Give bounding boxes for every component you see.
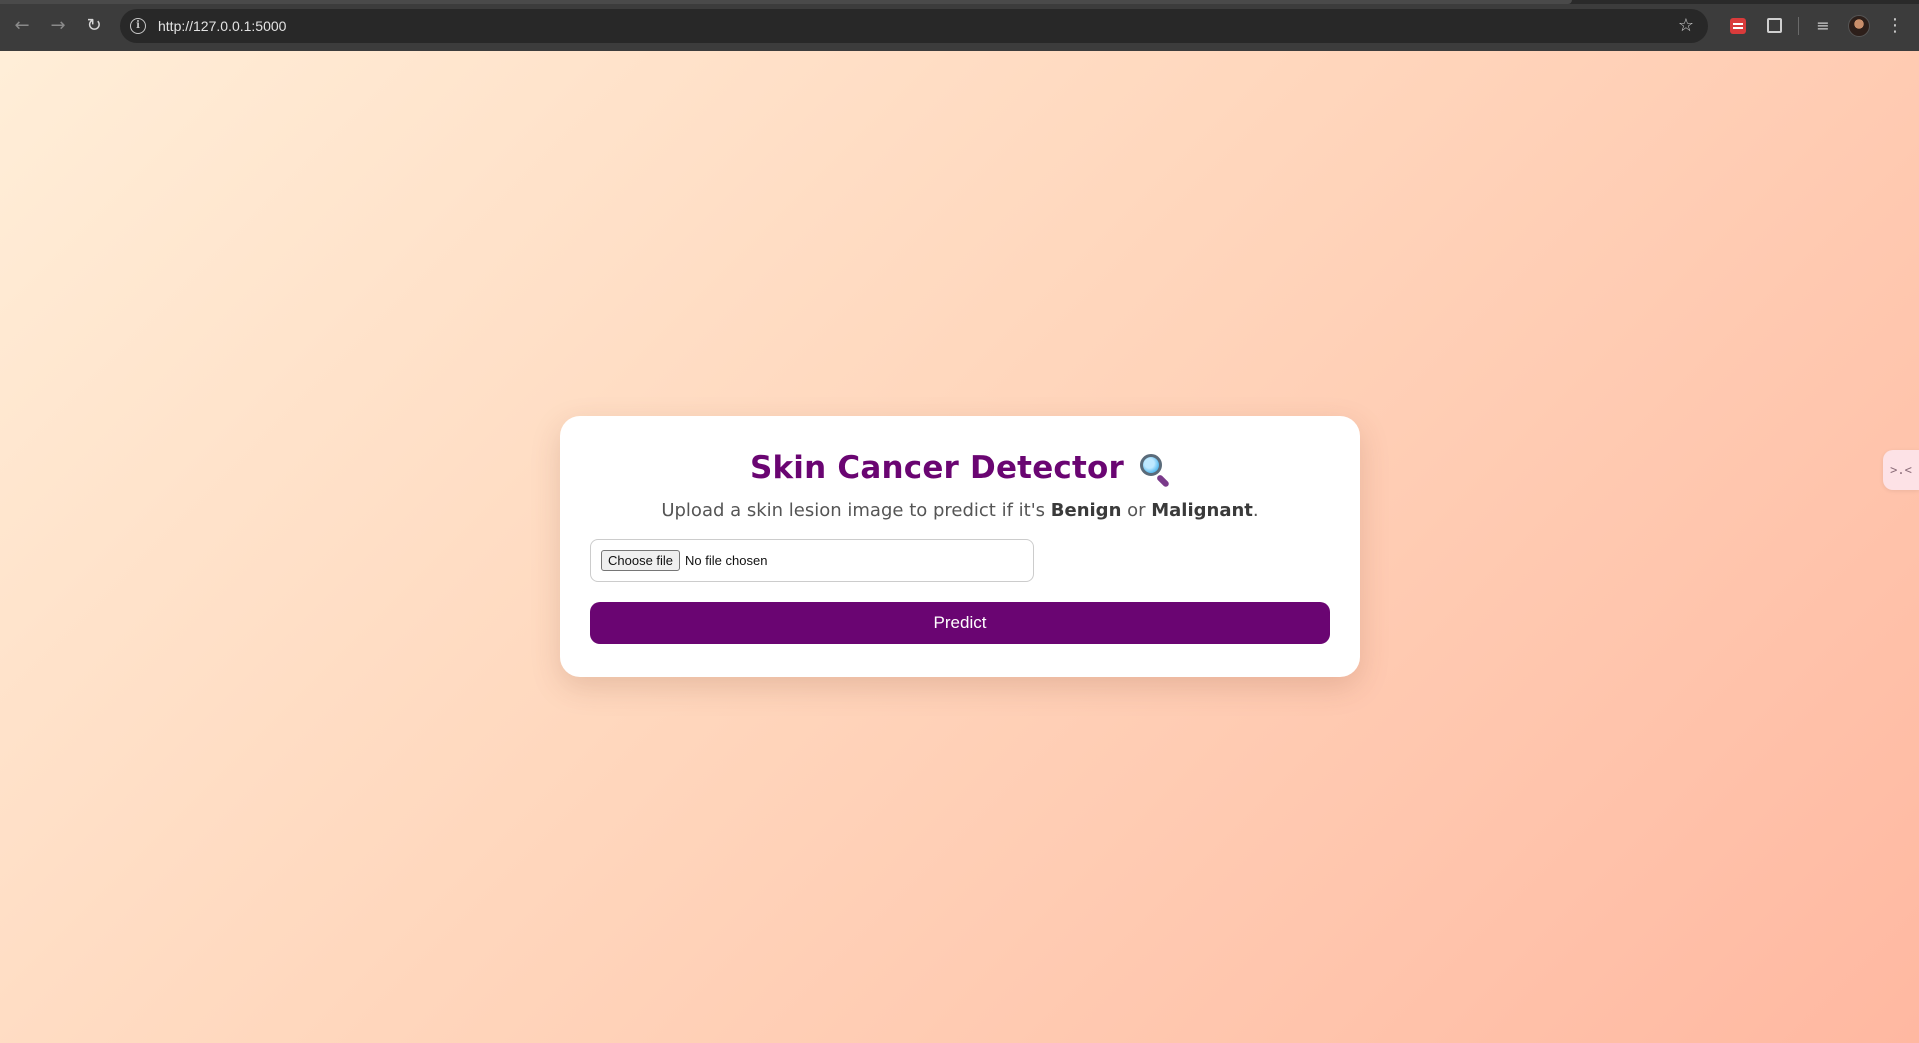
malignant-label: Malignant — [1151, 500, 1253, 521]
forward-button[interactable]: → — [40, 8, 76, 44]
upload-card: Skin Cancer Detector Upload a skin lesio… — [560, 416, 1360, 677]
tab-strip — [0, 0, 1919, 4]
browser-toolbar: ← → ↻ i http://127.0.0.1:5000 ☆ ≡ ⋮ — [0, 0, 1919, 51]
star-icon[interactable]: ☆ — [1678, 15, 1694, 36]
puzzle-icon — [1766, 18, 1782, 33]
benign-label: Benign — [1050, 500, 1122, 521]
subtitle: Upload a skin lesion image to predict if… — [590, 500, 1330, 521]
avatar — [1848, 14, 1870, 37]
reload-icon: ↻ — [86, 15, 102, 36]
arrow-right-icon: → — [50, 15, 66, 36]
kebab-menu-icon: ⋮ — [1886, 15, 1904, 36]
side-widget[interactable]: >.< — [1883, 450, 1919, 490]
extension-button[interactable] — [1720, 8, 1756, 44]
magnifying-glass-icon — [1138, 452, 1171, 489]
file-status: No file chosen — [685, 553, 768, 568]
choose-file-button[interactable]: Choose file — [601, 550, 681, 571]
subtitle-prefix: Upload a skin lesion image to predict if… — [661, 500, 1051, 521]
side-widget-glyph: >.< — [1890, 463, 1912, 477]
file-input[interactable]: Choose file No file chosen — [590, 539, 1034, 582]
browser-menu-button[interactable]: ⋮ — [1877, 8, 1913, 44]
reading-list-icon: ≡ — [1816, 16, 1830, 35]
predict-button[interactable]: Predict — [590, 602, 1330, 644]
url-text[interactable]: http://127.0.0.1:5000 — [158, 18, 286, 34]
extensions-menu-button[interactable] — [1756, 8, 1792, 44]
profile-button[interactable] — [1841, 8, 1877, 44]
subtitle-or: or — [1121, 500, 1152, 521]
address-bar[interactable]: i http://127.0.0.1:5000 ☆ — [120, 8, 1708, 43]
arrow-left-icon: ← — [14, 15, 30, 36]
title-text: Skin Cancer Detector — [749, 450, 1125, 486]
extension-icon — [1730, 17, 1746, 34]
file-row: Choose file No file chosen — [590, 539, 1330, 582]
reading-list-button[interactable]: ≡ — [1805, 8, 1841, 44]
page-title: Skin Cancer Detector — [749, 450, 1171, 489]
subtitle-suffix: . — [1252, 500, 1259, 521]
info-icon[interactable]: i — [130, 17, 146, 34]
reload-button[interactable]: ↻ — [76, 8, 112, 44]
back-button[interactable]: ← — [4, 8, 40, 44]
toolbar-icons: ≡ ⋮ — [1720, 8, 1913, 44]
toolbar-divider — [1798, 16, 1799, 35]
page-viewport: Skin Cancer Detector Upload a skin lesio… — [0, 51, 1919, 1043]
